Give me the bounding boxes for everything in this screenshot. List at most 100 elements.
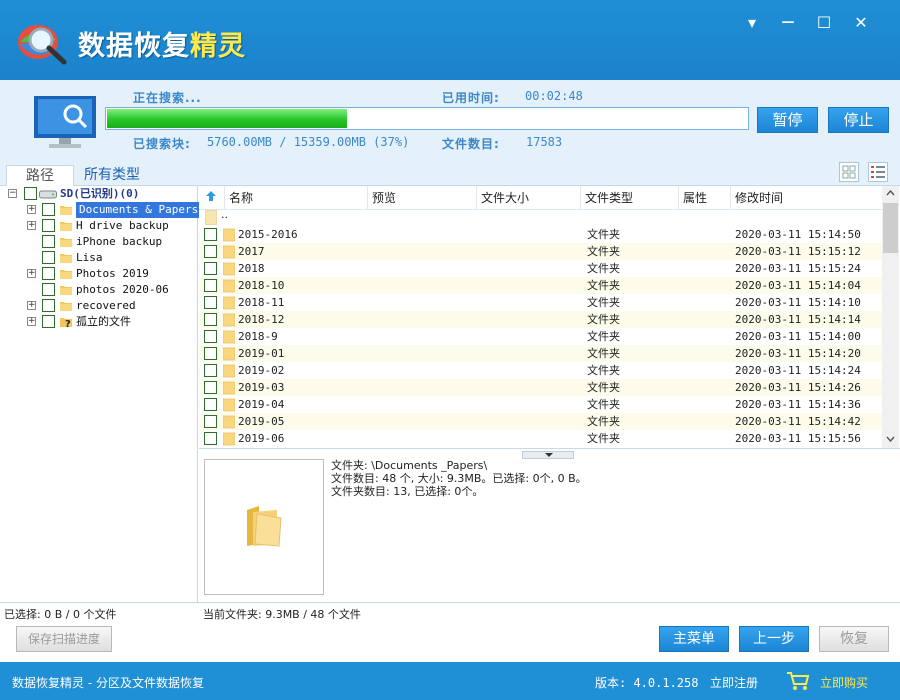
save-scan-progress-button[interactable]: 保存扫描进度 [16, 626, 112, 652]
row-type: 文件夹 [587, 313, 620, 326]
row-checkbox[interactable] [204, 364, 217, 377]
header-type[interactable]: 文件类型 [581, 186, 679, 210]
table-row[interactable]: 2019-05 文件夹 2020-03-11 15:14:42 [199, 413, 882, 430]
scroll-up-icon[interactable] [886, 190, 895, 196]
info-file-count: 文件数目: 48 个, 大小: 9.3MB。已选择: 0个, 0 B。 [331, 472, 587, 485]
tab-path[interactable]: 路径 [6, 165, 74, 186]
tree-item[interactable]: photos 2020-06 [0, 282, 198, 298]
action-buttons: 保存扫描进度 主菜单 上一步 恢复 [0, 622, 900, 662]
tree-item[interactable]: +? 孤立的文件 [0, 314, 198, 330]
header-preview[interactable]: 预览 [368, 186, 477, 210]
tree-item-checkbox[interactable] [42, 251, 55, 264]
minimize-button[interactable]: — [776, 12, 800, 34]
tree-item-label: iPhone backup [76, 235, 163, 248]
tree-item[interactable]: iPhone backup [0, 234, 198, 250]
title-bar: 数据恢复精灵 ▾ — ☐ ✕ [0, 0, 900, 80]
table-row[interactable]: 2018-10 文件夹 2020-03-11 15:14:04 [199, 277, 882, 294]
row-checkbox[interactable] [204, 381, 217, 394]
root-checkbox[interactable] [24, 187, 37, 200]
collapse-icon[interactable]: − [8, 189, 17, 198]
folder-preview-icon [247, 506, 282, 547]
shopping-cart-icon[interactable] [786, 671, 810, 691]
tree-item[interactable]: + H drive backup [0, 218, 198, 234]
table-row[interactable]: 2019-03 文件夹 2020-03-11 15:14:26 [199, 379, 882, 396]
header-name[interactable]: 名称 [225, 186, 368, 210]
back-button[interactable]: 上一步 [739, 626, 809, 652]
row-checkbox[interactable] [204, 415, 217, 428]
row-checkbox[interactable] [204, 245, 217, 258]
tree-item-checkbox[interactable] [42, 283, 55, 296]
row-checkbox[interactable] [204, 330, 217, 343]
footer-app-desc: 数据恢复精灵 - 分区及文件数据恢复 [12, 676, 204, 690]
row-checkbox[interactable] [204, 279, 217, 292]
folder-icon [223, 347, 235, 361]
tree-root[interactable]: − SD(已识别)(0) [0, 186, 198, 202]
tree-item[interactable]: Lisa [0, 250, 198, 266]
folder-tree: − SD(已识别)(0) + Documents & Papers + H drive… [0, 186, 202, 602]
tab-all-types[interactable]: 所有类型 [80, 165, 144, 186]
vertical-scrollbar[interactable] [882, 186, 899, 448]
expand-icon[interactable]: + [27, 317, 36, 326]
table-row[interactable]: 2017 文件夹 2020-03-11 15:15:12 [199, 243, 882, 260]
expand-icon[interactable]: + [27, 205, 36, 214]
table-row[interactable]: 2018-12 文件夹 2020-03-11 15:14:14 [199, 311, 882, 328]
tree-item[interactable]: + Photos 2019 [0, 266, 198, 282]
row-name: 2019-06 [238, 432, 285, 445]
row-name: 2019-03 [238, 381, 285, 394]
tree-item-checkbox[interactable] [42, 203, 55, 216]
tree-item-checkbox[interactable] [42, 315, 55, 328]
scrollbar-thumb[interactable] [883, 203, 898, 253]
table-row[interactable]: 2019-04 文件夹 2020-03-11 15:14:36 [199, 396, 882, 413]
list-view-icon[interactable] [868, 162, 888, 182]
header-modified[interactable]: 修改时间 [731, 186, 882, 210]
row-checkbox[interactable] [204, 432, 217, 445]
pause-button[interactable]: 暂停 [757, 107, 818, 133]
close-button[interactable]: ✕ [849, 12, 873, 34]
info-folder-path: 文件夹: \Documents _Papers\ [331, 459, 488, 472]
header-attr[interactable]: 属性 [679, 186, 731, 210]
row-checkbox[interactable] [204, 398, 217, 411]
expand-icon[interactable]: + [27, 269, 36, 278]
menu-dropdown-icon[interactable]: ▾ [740, 12, 764, 34]
up-arrow-icon[interactable] [205, 190, 217, 202]
table-row[interactable]: 2018-11 文件夹 2020-03-11 15:14:10 [199, 294, 882, 311]
register-link[interactable]: 立即注册 [710, 674, 758, 691]
tree-item-checkbox[interactable] [42, 235, 55, 248]
parent-folder-row[interactable]: .. [199, 191, 882, 226]
row-checkbox[interactable] [204, 347, 217, 360]
expand-icon[interactable]: + [27, 221, 36, 230]
table-row[interactable]: 2015-2016 文件夹 2020-03-11 15:14:50 [199, 226, 882, 243]
tree-item[interactable]: + Documents & Papers [0, 202, 202, 218]
main-menu-button[interactable]: 主菜单 [659, 626, 729, 652]
row-checkbox[interactable] [204, 228, 217, 241]
row-checkbox[interactable] [204, 262, 217, 275]
row-checkbox[interactable] [204, 313, 217, 326]
folder-icon [60, 206, 72, 215]
tree-item-label: Lisa [76, 251, 103, 264]
collapse-panel-button[interactable] [522, 451, 574, 459]
thumbnail-view-icon[interactable] [839, 162, 859, 182]
header-size[interactable]: 文件大小 [477, 186, 581, 210]
buy-now-link[interactable]: 立即购买 [820, 674, 868, 691]
info-panel: 文件夹: \Documents _Papers\ 文件数目: 48 个, 大小:… [199, 448, 900, 602]
tree-item-checkbox[interactable] [42, 267, 55, 280]
table-row[interactable]: 2018-9 文件夹 2020-03-11 15:14:00 [199, 328, 882, 345]
recover-button[interactable]: 恢复 [819, 626, 889, 652]
table-row[interactable]: 2019-01 文件夹 2020-03-11 15:14:20 [199, 345, 882, 362]
scroll-down-icon[interactable] [886, 436, 895, 442]
expand-icon[interactable]: + [27, 301, 36, 310]
searched-label: 已搜索块: [133, 137, 191, 151]
file-count-label: 文件数目: [442, 137, 500, 151]
table-row[interactable]: 2018 文件夹 2020-03-11 15:15:24 [199, 260, 882, 277]
tree-item-checkbox[interactable] [42, 219, 55, 232]
tree-item-checkbox[interactable] [42, 299, 55, 312]
row-checkbox[interactable] [204, 296, 217, 309]
row-modified: 2020-03-11 15:14:10 [735, 296, 861, 309]
row-modified: 2020-03-11 15:14:36 [735, 398, 861, 411]
stop-button[interactable]: 停止 [828, 107, 889, 133]
tree-item[interactable]: + recovered [0, 298, 198, 314]
maximize-button[interactable]: ☐ [812, 12, 836, 34]
tree-item-label: H drive backup [76, 219, 169, 232]
table-row[interactable]: 2019-06 文件夹 2020-03-11 15:15:56 [199, 430, 882, 447]
table-row[interactable]: 2019-02 文件夹 2020-03-11 15:14:24 [199, 362, 882, 379]
